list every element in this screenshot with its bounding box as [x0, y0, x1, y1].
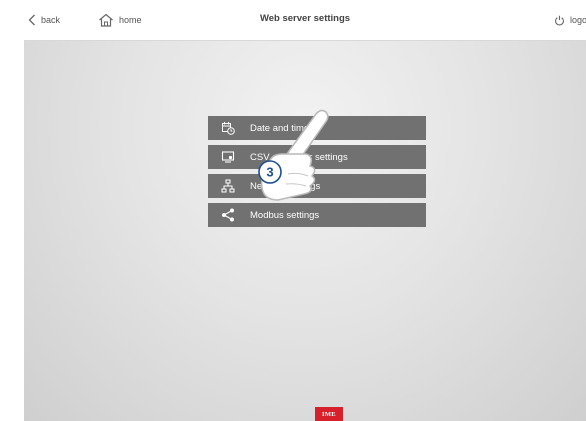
app-screen: back home Web server settings logo Date … — [24, 0, 586, 421]
menu-item-modbus-settings[interactable]: Modbus settings — [208, 203, 426, 227]
menu-item-label: Modbus settings — [250, 209, 320, 221]
menu-item-label: CSV and other settings — [250, 151, 348, 163]
menu-item-date-time[interactable]: Date and time — [208, 116, 426, 140]
menu-item-label: Date and time — [250, 122, 310, 134]
logout-label: logo — [570, 15, 586, 25]
logout-button[interactable]: logo — [554, 11, 586, 29]
monitor-settings-icon — [208, 145, 248, 169]
calendar-clock-icon — [208, 116, 248, 140]
menu-item-network-settings[interactable]: Network settings — [208, 174, 426, 198]
top-bar: back home Web server settings logo — [24, 0, 586, 41]
settings-menu: Date and time CSV and other settings Net… — [208, 116, 426, 232]
power-icon — [555, 15, 564, 25]
menu-item-label: Network settings — [250, 180, 321, 192]
ime-logo: IME — [315, 407, 343, 421]
share-icon — [208, 203, 248, 227]
page-title: Web server settings — [259, 13, 351, 24]
network-icon — [208, 174, 248, 198]
menu-item-csv-settings[interactable]: CSV and other settings — [208, 145, 426, 169]
